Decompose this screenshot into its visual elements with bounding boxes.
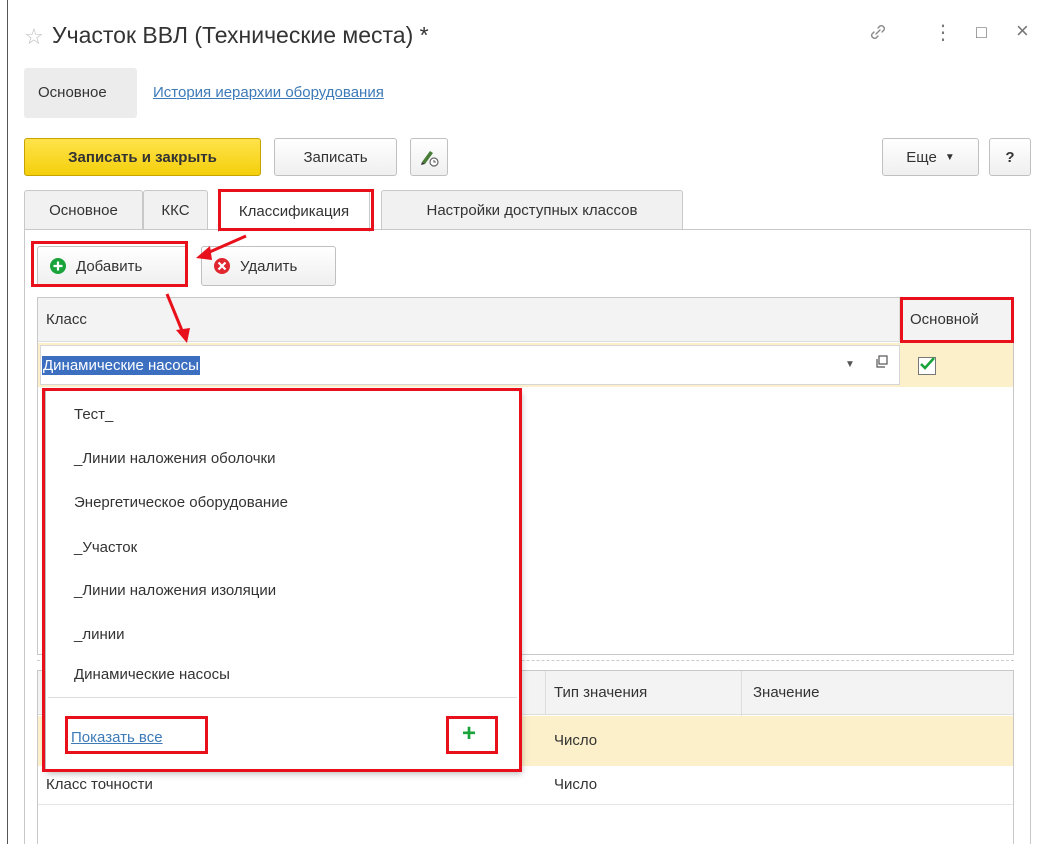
help-label: ?	[1005, 148, 1015, 166]
close-icon[interactable]: ×	[1016, 18, 1029, 44]
save-and-close-button[interactable]: Записать и закрыть	[24, 138, 261, 176]
column-value-header[interactable]: Значение	[753, 684, 820, 701]
edit-history-button[interactable]	[410, 138, 448, 176]
tab-main-label: Основное	[49, 202, 118, 219]
open-form-icon[interactable]	[874, 354, 890, 374]
dropdown-arrow-icon[interactable]: ▼	[845, 359, 855, 370]
delete-button[interactable]: Удалить	[201, 246, 336, 286]
save-label: Записать	[303, 148, 368, 166]
column-value-type-header[interactable]: Тип значения	[554, 684, 647, 701]
tab-kks-label: ККС	[161, 202, 190, 219]
highlight-main-column	[900, 297, 1014, 343]
tab-available-classes-label: Настройки доступных классов	[426, 202, 638, 219]
table-row[interactable]	[38, 767, 1013, 805]
more-label: Еще	[906, 148, 937, 166]
highlight-dropdown	[42, 388, 522, 772]
tab-main[interactable]: Основное	[24, 190, 143, 230]
header-divider	[545, 671, 546, 715]
highlight-add-new	[446, 716, 498, 754]
class-input-value: Динамические насосы	[42, 356, 200, 375]
class-table-header	[38, 298, 1013, 342]
delete-icon	[214, 258, 230, 274]
link-icon[interactable]	[868, 22, 888, 47]
tab-kks[interactable]: ККС	[143, 190, 208, 230]
chevron-down-icon: ▼	[944, 151, 955, 163]
page-link-history[interactable]: История иерархии оборудования	[153, 84, 384, 101]
pen-clock-icon	[421, 151, 439, 167]
highlight-classification-tab	[218, 189, 374, 231]
more-button[interactable]: Еще ▼	[882, 138, 979, 176]
value-type-cell: Число	[554, 776, 598, 793]
delete-label: Удалить	[240, 257, 298, 275]
more-menu-icon[interactable]: ⋮	[933, 20, 953, 45]
value-type-cell: Число	[554, 732, 598, 749]
save-and-close-label: Записать и закрыть	[68, 148, 217, 166]
highlight-show-all	[65, 716, 208, 754]
checkmark-icon	[920, 357, 935, 370]
property-name-cell: Класс точности	[46, 776, 153, 793]
favorite-star-icon[interactable]: ☆	[24, 24, 44, 50]
page-link-main[interactable]: Основное	[38, 84, 107, 101]
maximize-icon[interactable]: □	[976, 22, 987, 43]
highlight-add-button	[31, 241, 188, 287]
window-title: Участок ВВЛ (Технические места) *	[52, 22, 429, 48]
help-button[interactable]: ?	[989, 138, 1031, 176]
save-button[interactable]: Записать	[274, 138, 397, 176]
tab-available-classes-settings[interactable]: Настройки доступных классов	[381, 190, 683, 230]
column-class-header[interactable]: Класс	[46, 311, 87, 328]
main-checkbox[interactable]	[918, 357, 936, 375]
